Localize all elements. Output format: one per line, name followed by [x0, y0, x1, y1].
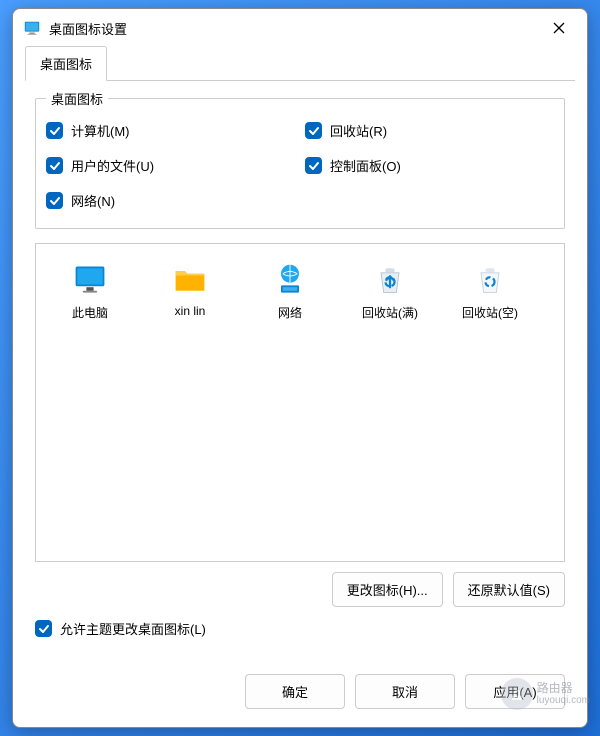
- checkbox-userfiles[interactable]: 用户的文件(U): [46, 156, 295, 175]
- icon-label: 回收站(满): [362, 304, 418, 321]
- checkbox-controlpanel[interactable]: 控制面板(O): [305, 156, 554, 175]
- recycle-empty-icon: [472, 262, 508, 298]
- icon-label: 此电脑: [72, 304, 108, 321]
- titlebar: 桌面图标设置: [13, 9, 587, 45]
- content-pane: 桌面图标 计算机(M) 回收站(R) 用户的文件(U) 控制面板(O): [13, 80, 587, 660]
- icon-item-thispc[interactable]: 此电脑: [44, 258, 136, 325]
- tab-strip: 桌面图标: [25, 45, 575, 81]
- checkmark-icon: [35, 620, 52, 637]
- icon-preview-box: 此电脑 xin lin 网络: [35, 243, 565, 562]
- footer-buttons: 确定 取消 应用(A): [13, 660, 587, 727]
- checkbox-grid: 计算机(M) 回收站(R) 用户的文件(U) 控制面板(O) 网络(N): [46, 121, 554, 210]
- checkbox-computer[interactable]: 计算机(M): [46, 121, 295, 140]
- icon-item-userfolder[interactable]: xin lin: [144, 258, 236, 325]
- checkmark-icon: [46, 192, 63, 209]
- apply-button[interactable]: 应用(A): [465, 674, 565, 709]
- icon-item-recycleempty[interactable]: 回收站(空): [444, 258, 536, 325]
- monitor-icon: [72, 262, 108, 298]
- folder-icon: [172, 262, 208, 298]
- restore-defaults-button[interactable]: 还原默认值(S): [453, 572, 565, 607]
- icon-label: 网络: [278, 304, 302, 321]
- cancel-button[interactable]: 取消: [355, 674, 455, 709]
- icon-label: 回收站(空): [462, 304, 518, 321]
- checkbox-network[interactable]: 网络(N): [46, 191, 295, 210]
- checkbox-label: 回收站(R): [330, 121, 387, 140]
- checkbox-recyclebin[interactable]: 回收站(R): [305, 121, 554, 140]
- icon-item-network[interactable]: 网络: [244, 258, 336, 325]
- checkbox-label: 网络(N): [71, 191, 115, 210]
- tab-area: 桌面图标: [13, 45, 587, 80]
- checkbox-label: 控制面板(O): [330, 156, 401, 175]
- checkbox-label: 计算机(M): [71, 121, 130, 140]
- icon-button-row: 更改图标(H)... 还原默认值(S): [35, 572, 565, 607]
- icon-item-recyclefull[interactable]: 回收站(满): [344, 258, 436, 325]
- checkmark-icon: [46, 157, 63, 174]
- icon-row: 此电脑 xin lin 网络: [44, 258, 556, 325]
- dialog-window: 桌面图标设置 桌面图标 桌面图标 计算机(M) 回收站(R): [12, 8, 588, 728]
- groupbox-title: 桌面图标: [46, 89, 108, 108]
- icon-label: xin lin: [175, 304, 206, 318]
- checkmark-icon: [305, 122, 322, 139]
- checkbox-label: 允许主题更改桌面图标(L): [60, 619, 206, 638]
- window-title: 桌面图标设置: [49, 19, 541, 38]
- app-icon: [23, 19, 41, 37]
- ok-button[interactable]: 确定: [245, 674, 345, 709]
- checkbox-allow-theme[interactable]: 允许主题更改桌面图标(L): [35, 619, 565, 638]
- network-globe-icon: [272, 262, 308, 298]
- checkmark-icon: [305, 157, 322, 174]
- change-icon-button[interactable]: 更改图标(H)...: [332, 572, 443, 607]
- checkbox-label: 用户的文件(U): [71, 156, 154, 175]
- close-button[interactable]: [541, 14, 577, 42]
- recycle-full-icon: [372, 262, 408, 298]
- checkmark-icon: [46, 122, 63, 139]
- groupbox-desktop-icons: 桌面图标 计算机(M) 回收站(R) 用户的文件(U) 控制面板(O): [35, 98, 565, 229]
- tab-desktop-icons[interactable]: 桌面图标: [25, 46, 107, 81]
